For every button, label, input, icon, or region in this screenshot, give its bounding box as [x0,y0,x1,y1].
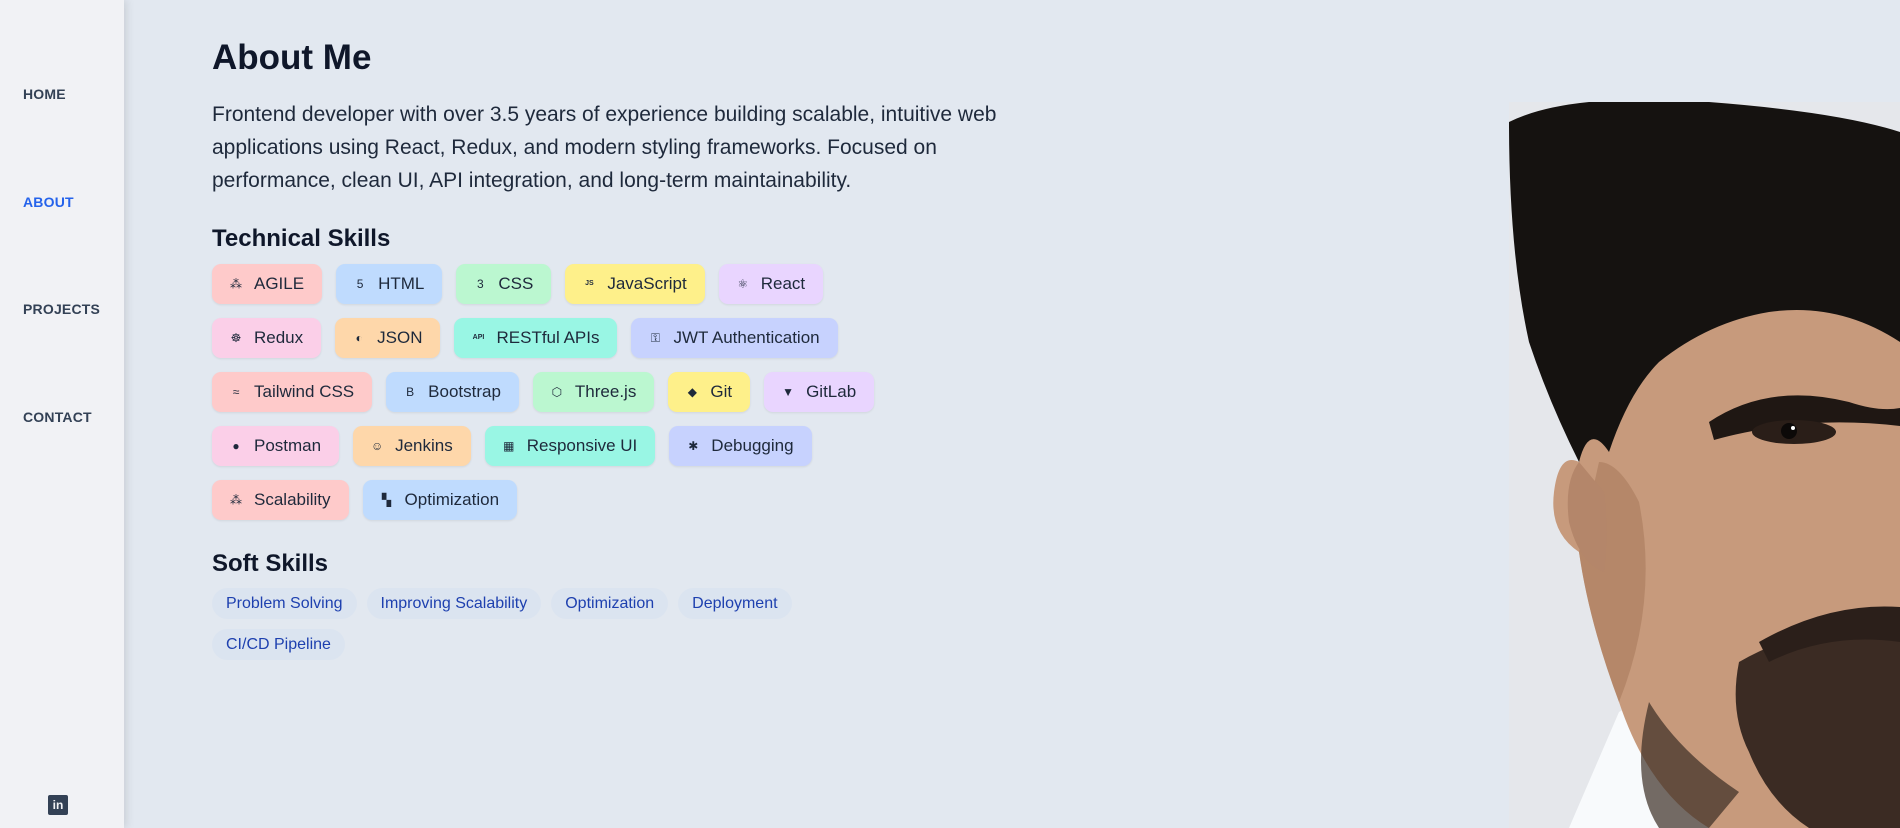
sitemap-icon: ⁂ [230,277,242,291]
grid-icon: ▦ [503,439,515,453]
skill-chip: 5 HTML [336,264,443,304]
skill-label: CSS [498,274,534,293]
key-icon: ⚿ [650,331,661,345]
skill-chip: ☺ Jenkins [353,426,471,466]
skill-label: Responsive UI [526,436,638,455]
technical-skills-heading: Technical Skills [212,225,391,252]
skill-chip: JS JavaScript [565,264,705,304]
api-icon: API [472,334,485,341]
skill-label: JWT Authentication [673,328,820,347]
skill-label: Bootstrap [428,382,501,401]
skill-label: Optimization [404,490,500,509]
skill-chip: ⁂ AGILE [212,264,323,304]
skill-label: Three.js [574,382,637,401]
profile-photo [1509,102,1900,828]
skill-label: Postman [254,436,322,455]
css3-icon: 3 [477,277,484,291]
skill-chip: ≈ Tailwind CSS [212,372,373,412]
skill-label: Scalability [254,490,331,509]
gitlab-icon: ▼ [782,385,795,399]
html5-icon: 5 [356,277,364,291]
skill-label: JavaScript [607,274,687,293]
skill-label: GitLab [806,382,857,401]
skill-label: Tailwind CSS [254,382,355,401]
nav-home[interactable]: HOME [23,86,66,102]
jenkins-icon: ☺ [370,439,384,453]
skill-chip: ▼ GitLab [764,372,875,412]
intro-paragraph: Frontend developer with over 3.5 years o… [212,103,997,192]
nav-projects[interactable]: PROJECTS [23,301,100,317]
linkedin-icon[interactable]: in [48,795,68,815]
soft-skills-list: Problem Solving Improving Scalability Opti… [212,588,832,660]
skill-label: React [760,274,806,293]
soft-skill-chip: CI/CD Pipeline [212,629,345,660]
skill-chip: ⚿ JWT Authentication [631,318,838,358]
bug-icon: ✱ [688,439,699,453]
soft-skill-chip: Problem Solving [212,588,357,619]
skill-chip: ⬡ Three.js [532,372,655,412]
skill-label: RESTful APIs [496,328,600,347]
cube-icon: ⬡ [551,385,563,399]
skill-chip: ⁂ Scalability [212,480,349,520]
skill-label: Git [710,382,733,401]
soft-skill-chip: Deployment [678,588,792,619]
technical-skills-list: ⁂ AGILE 5 HTML 3 CSS JS JavaScript ⚛ React ☸ Redux ◐… [212,264,912,520]
portrait-illustration [1509,102,1900,828]
skill-chip: API RESTful APIs [454,318,618,358]
json-icon: ◐ [355,331,363,345]
skill-chip: ✱ Debugging [669,426,812,466]
soft-skills-heading: Soft Skills [212,550,329,577]
nodes-icon: ⁂ [230,493,242,507]
react-icon: ⚛ [737,277,749,291]
skill-chip: 3 CSS [456,264,552,304]
skill-label: JSON [377,328,423,347]
page-title: About Me [212,38,372,77]
javascript-icon: JS [585,280,594,287]
skill-label: Redux [254,328,304,347]
skill-label: HTML [378,274,425,293]
skill-chip: ⚛ React [718,264,824,304]
sidebar: HOME ABOUT PROJECTS CONTACT in [0,0,124,828]
skill-label: Jenkins [395,436,453,455]
skill-chip: ▚ Optimization [362,480,518,520]
skill-chip: ▦ Responsive UI [484,426,656,466]
bootstrap-icon: B [406,385,415,399]
postman-icon: ● [232,439,240,453]
skill-chip: B Bootstrap [386,372,519,412]
soft-skill-chip: Improving Scalability [366,588,542,619]
dashboard-icon: ▚ [381,493,392,507]
skill-chip: ◆ Git [668,372,751,412]
skill-label: AGILE [254,274,305,293]
skill-chip: ● Postman [212,426,340,466]
soft-skill-chip: Optimization [551,588,669,619]
skill-chip: ◐ JSON [335,318,441,358]
tailwind-icon: ≈ [232,385,240,399]
git-icon: ◆ [687,385,697,399]
nav-about[interactable]: ABOUT [23,194,74,210]
skill-label: Debugging [711,436,794,455]
skill-chip: ☸ Redux [212,318,322,358]
redux-icon: ☸ [230,331,242,345]
nav-contact[interactable]: CONTACT [23,409,92,425]
